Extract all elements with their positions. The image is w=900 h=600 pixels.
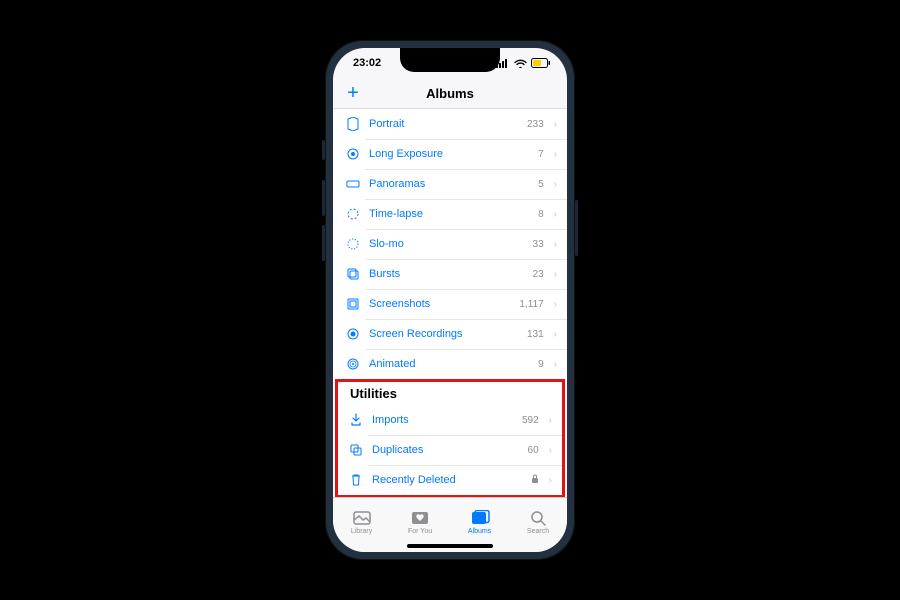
screen-recordings-icon (345, 326, 361, 342)
utilities-header: Utilities (338, 382, 562, 405)
row-label: Bursts (369, 268, 525, 280)
screen: 23:02 + Albums (333, 48, 567, 552)
notch (400, 48, 500, 72)
duplicates-icon (348, 442, 364, 458)
trash-icon (348, 472, 364, 488)
row-animated[interactable]: Animated 9 › (333, 349, 567, 379)
row-count: 8 (538, 209, 544, 220)
battery-icon (531, 58, 551, 68)
chevron-right-icon: › (554, 269, 557, 280)
row-count: 33 (533, 239, 544, 250)
power-button (575, 200, 578, 256)
row-long-exposure[interactable]: Long Exposure 7 › (333, 139, 567, 169)
wifi-icon (514, 59, 527, 68)
animated-icon (345, 356, 361, 372)
row-screen-recordings[interactable]: Screen Recordings 131 › (333, 319, 567, 349)
tab-search[interactable]: Search (527, 509, 549, 535)
volume-down-button (322, 225, 325, 261)
slo-mo-icon (345, 236, 361, 252)
chevron-right-icon: › (554, 239, 557, 250)
stage: 23:02 + Albums (0, 0, 900, 600)
status-right (496, 58, 551, 68)
imports-icon (348, 412, 364, 428)
search-icon (528, 509, 548, 527)
row-count: 233 (527, 119, 544, 130)
lock-icon (531, 474, 539, 486)
row-screenshots[interactable]: Screenshots 1,117 › (333, 289, 567, 319)
row-count: 23 (533, 269, 544, 280)
chevron-right-icon: › (554, 149, 557, 160)
chevron-right-icon: › (554, 209, 557, 220)
row-recently-deleted[interactable]: Recently Deleted › (338, 465, 562, 495)
tab-label: Library (351, 528, 372, 535)
row-count: 5 (538, 179, 544, 190)
row-slo-mo[interactable]: Slo-mo 33 › (333, 229, 567, 259)
row-panoramas[interactable]: Panoramas 5 › (333, 169, 567, 199)
chevron-right-icon: › (554, 119, 557, 130)
chevron-right-icon: › (554, 179, 557, 190)
portrait-icon (345, 116, 361, 132)
tab-albums[interactable]: Albums (468, 509, 491, 535)
utilities-highlight: Utilities Imports 592 › Duplicates (335, 379, 565, 497)
row-label: Animated (369, 358, 530, 370)
row-count: 1,117 (519, 299, 543, 310)
content-scroll[interactable]: Portrait 233 › Long Exposure 7 › (333, 109, 567, 497)
row-count: 7 (538, 149, 544, 160)
phone-frame: 23:02 + Albums (325, 40, 575, 560)
row-label: Time-lapse (369, 208, 530, 220)
tab-for-you[interactable]: For You (408, 509, 432, 535)
long-exposure-icon (345, 146, 361, 162)
row-count: 592 (522, 415, 539, 426)
albums-icon (470, 509, 490, 527)
row-label: Slo-mo (369, 238, 525, 250)
row-label: Imports (372, 414, 514, 426)
nav-bar: + Albums (333, 78, 567, 109)
home-indicator[interactable] (407, 544, 493, 548)
row-label: Duplicates (372, 444, 520, 456)
row-label: Panoramas (369, 178, 530, 190)
row-label: Screen Recordings (369, 328, 519, 340)
row-time-lapse[interactable]: Time-lapse 8 › (333, 199, 567, 229)
row-count: 9 (538, 359, 544, 370)
row-label: Recently Deleted (372, 474, 523, 486)
row-portrait[interactable]: Portrait 233 › (333, 109, 567, 139)
row-label: Screenshots (369, 298, 511, 310)
for-you-icon (410, 509, 430, 527)
tab-label: Albums (468, 528, 491, 535)
row-imports[interactable]: Imports 592 › (338, 405, 562, 435)
row-count: 131 (527, 329, 544, 340)
chevron-right-icon: › (554, 299, 557, 310)
time-lapse-icon (345, 206, 361, 222)
status-time: 23:02 (353, 57, 381, 69)
tab-library[interactable]: Library (351, 509, 372, 535)
chevron-right-icon: › (549, 445, 552, 456)
add-album-button[interactable]: + (333, 78, 373, 108)
chevron-right-icon: › (554, 359, 557, 370)
plus-icon: + (347, 82, 359, 104)
mute-switch (322, 140, 325, 160)
screenshots-icon (345, 296, 361, 312)
row-label: Long Exposure (369, 148, 530, 160)
row-duplicates[interactable]: Duplicates 60 › (338, 435, 562, 465)
tab-label: For You (408, 528, 432, 535)
row-label: Portrait (369, 118, 519, 130)
volume-up-button (322, 180, 325, 216)
bursts-icon (345, 266, 361, 282)
row-count: 60 (528, 445, 539, 456)
chevron-right-icon: › (549, 415, 552, 426)
chevron-right-icon: › (554, 329, 557, 340)
row-bursts[interactable]: Bursts 23 › (333, 259, 567, 289)
tab-label: Search (527, 528, 549, 535)
library-icon (352, 509, 372, 527)
chevron-right-icon: › (549, 475, 552, 486)
panorama-icon (345, 176, 361, 192)
media-types-group: Portrait 233 › Long Exposure 7 › (333, 109, 567, 379)
